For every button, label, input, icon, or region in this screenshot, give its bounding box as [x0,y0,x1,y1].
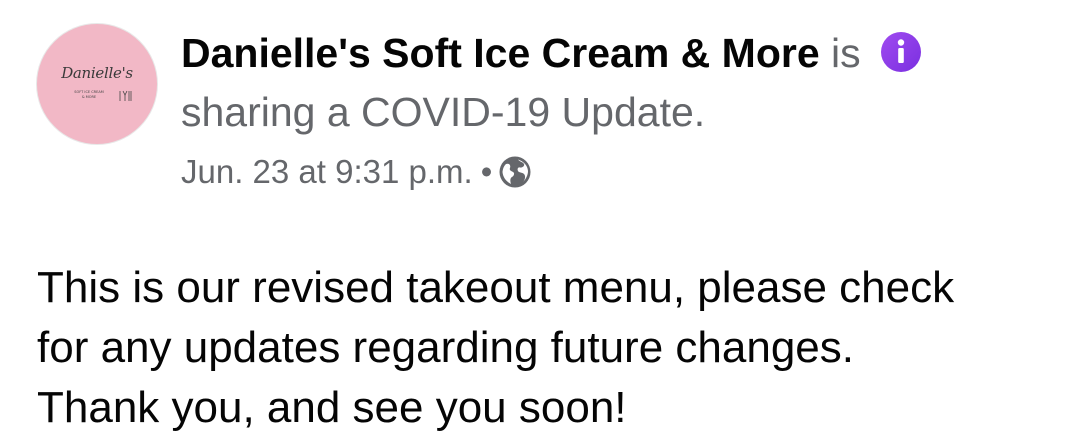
post-message: This is our revised takeout menu, please… [37,258,1057,438]
post: Danielle's SOFT ICE CREAM & MORE Daniell… [0,0,1070,442]
avatar-brand-sub-line2: & MORE [81,95,97,99]
meta-separator: • [480,153,493,190]
message-line: for any updates regarding future changes… [37,323,854,372]
post-header: Danielle's Soft Ice Cream & More is [181,28,922,78]
page-avatar[interactable]: Danielle's SOFT ICE CREAM & MORE [37,24,157,144]
header-verb: is [831,30,861,76]
post-action-text: sharing a COVID-19 Update. [181,89,706,135]
message-line: This is our revised takeout menu, please… [37,263,955,312]
post-timestamp[interactable]: Jun. 23 at 9:31 p.m. [181,153,473,190]
ice-cream-utensils-icon [119,90,132,101]
message-line: Thank you, and see you soon! [37,383,627,432]
post-meta: Jun. 23 at 9:31 p.m. • [181,150,532,194]
info-icon[interactable] [880,31,922,73]
avatar-brand-script: Danielle's [61,64,133,82]
globe-icon[interactable] [498,155,532,189]
avatar-brand-sub: SOFT ICE CREAM & MORE [64,90,114,100]
page-name-link[interactable]: Danielle's Soft Ice Cream & More [181,30,820,76]
